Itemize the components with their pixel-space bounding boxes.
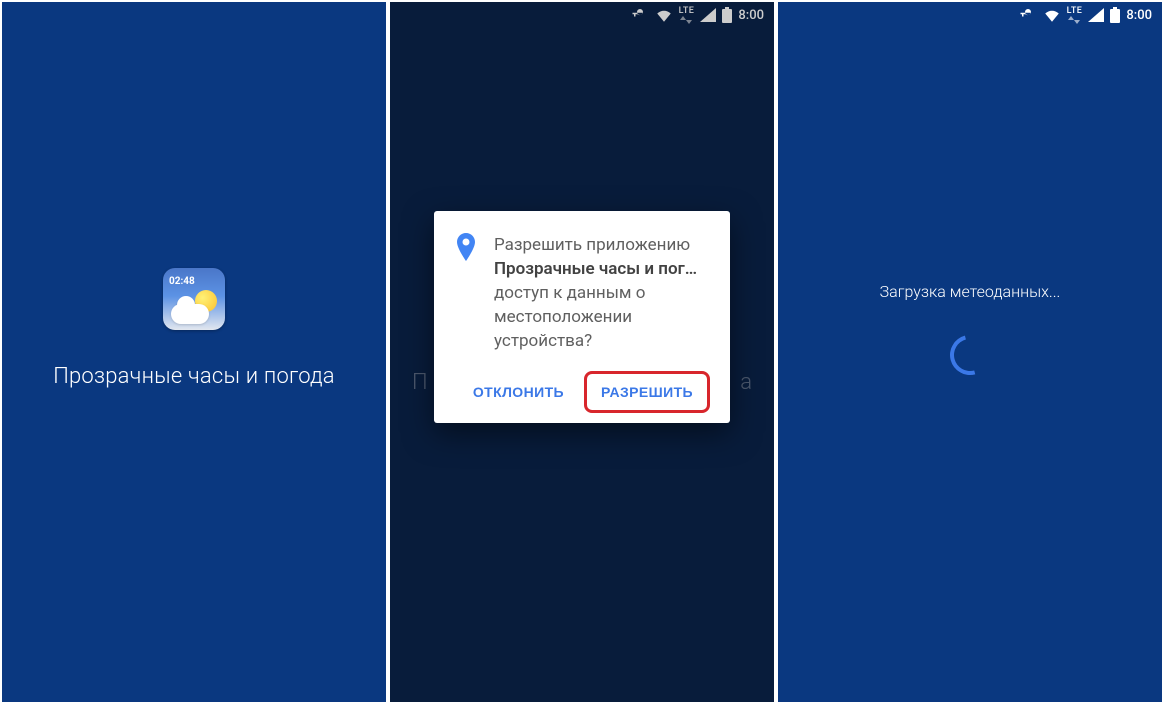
screen-splash: 02:48 Прозрачные часы и погода [2,2,386,702]
splash-content: 02:48 Прозрачные часы и погода [2,2,386,678]
widget-time-icon: 02:48 [169,274,219,290]
screens-row: 02:48 Прозрачные часы и погода LTE 8:00 … [0,0,1164,704]
permission-dialog: Разрешить приложению Прозрачные часы и п… [434,211,730,423]
allow-button[interactable]: РАЗРЕШИТЬ [589,376,705,408]
tutorial-highlight: РАЗРЕШИТЬ [584,371,710,413]
loading-content: Загрузка метеоданных... [778,2,1162,678]
screen-loading: LTE 8:00 Загрузка метеоданных... [778,2,1162,702]
dialog-actions: ОТКЛОНИТЬ РАЗРЕШИТЬ [454,371,710,413]
widget-time: 02:48 [169,276,195,287]
dialog-message: Разрешить приложению Прозрачные часы и п… [494,233,710,353]
app-icon: 02:48 [163,268,225,330]
cloud-icon [171,304,209,324]
dialog-suffix: доступ к данным о местоположении устройс… [494,283,645,351]
dialog-app-name: Прозрачные часы и пог… [494,259,697,279]
spinner-icon [943,327,998,382]
loading-text: Загрузка метеоданных... [880,282,1061,301]
deny-button[interactable]: ОТКЛОНИТЬ [461,371,576,413]
location-pin-icon [454,233,478,353]
screen-permission: LTE 8:00 П а Разрешить приложению Прозра… [390,2,774,702]
app-title: Прозрачные часы и погода [53,364,335,389]
dialog-prefix: Разрешить приложению [494,235,690,255]
